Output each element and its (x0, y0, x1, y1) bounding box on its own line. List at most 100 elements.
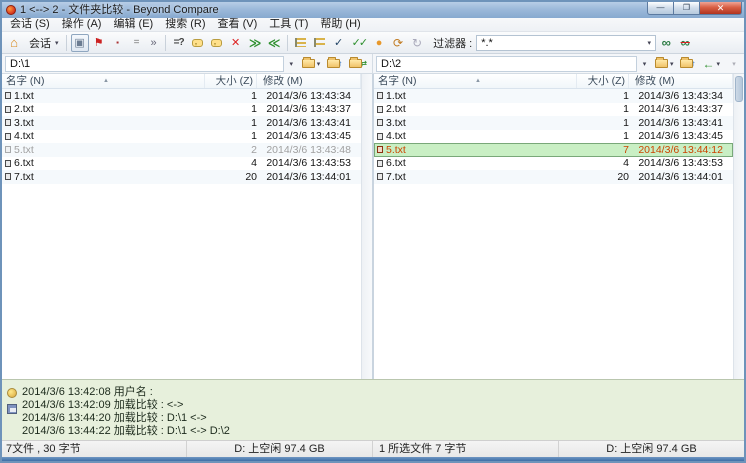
menu-item[interactable]: 帮助 (H) (314, 18, 366, 31)
file-size: 1 (205, 103, 257, 115)
home-button[interactable]: ⌂ (5, 34, 23, 52)
right-scrollbar[interactable] (733, 74, 744, 379)
filter-combobox[interactable]: *.* ▾ (476, 35, 656, 51)
equals-button[interactable]: = (128, 34, 146, 52)
file-size: 2 (205, 144, 257, 156)
right-path-input[interactable]: D:\2 (376, 56, 637, 72)
file-modified: 2014/3/6 13:43:37 (629, 103, 733, 115)
flag-button[interactable]: ⚑ (90, 34, 108, 52)
right-browse-folder-button[interactable]: ▾ (652, 55, 677, 73)
sync-button[interactable]: ● (370, 34, 388, 52)
table-row[interactable]: 7.txt 20 2014/3/6 13:44:01 (374, 170, 733, 184)
scrollbar-thumb[interactable] (735, 76, 743, 102)
left-browse-folder-button[interactable]: ▾ (299, 55, 324, 73)
log-line: 2014/3/6 13:42:09 加载比较 : <-> (22, 399, 744, 412)
log-line: 2014/3/6 13:44:20 加载比较 : D:\1 <-> (22, 412, 744, 425)
file-size: 1 (577, 130, 629, 142)
show-all-button[interactable]: ∞ (657, 34, 675, 52)
left-parent-folder-button[interactable]: ↑ (324, 55, 345, 73)
log-lines: 2014/3/6 13:42:08 用户名 :2014/3/6 13:42:09… (22, 380, 744, 440)
column-header-name[interactable]: 名字 (N) ▲ (374, 74, 577, 88)
left-swap-folders-button[interactable]: ⇄ (346, 55, 370, 73)
flag-icon: ⚑ (94, 36, 104, 49)
table-row[interactable]: 7.txt 20 2014/3/6 13:44:01 (2, 170, 361, 184)
file-name: 4.txt (386, 130, 406, 142)
right-forward-button[interactable]: ▾ (724, 55, 742, 73)
column-header-modified[interactable]: 修改 (M) (629, 74, 733, 88)
table-row[interactable]: 1.txt 1 2014/3/6 13:43:34 (2, 89, 361, 103)
menu-item[interactable]: 操作 (A) (56, 18, 108, 31)
table-row[interactable]: 5.txt 7 2014/3/6 13:44:12 (374, 143, 733, 157)
save-log-icon[interactable] (7, 404, 17, 414)
file-icon (5, 173, 11, 180)
column-header-size[interactable]: 大小 (Z) (205, 74, 257, 88)
comment-button[interactable] (208, 34, 226, 52)
toolbar-overflow-chevron[interactable]: » (151, 37, 157, 49)
minimize-button[interactable]: — (647, 2, 674, 15)
right-parent-folder-button[interactable]: ↑ (677, 55, 698, 73)
compare-contents-button[interactable]: ✓ (330, 34, 348, 52)
copy-to-right-button[interactable]: ≫ (246, 34, 264, 52)
chevron-down-icon[interactable]: ▾ (285, 56, 298, 72)
column-header-name[interactable]: 名字 (N) ▲ (2, 74, 205, 88)
chevron-down-icon: ▾ (55, 39, 59, 47)
menu-item[interactable]: 会话 (S) (4, 18, 56, 31)
left-scrollbar[interactable] (361, 74, 372, 379)
table-row[interactable]: 4.txt 1 2014/3/6 13:43:45 (2, 130, 361, 144)
delete-button[interactable]: ✕ (227, 34, 245, 52)
file-modified: 2014/3/6 13:43:41 (629, 117, 733, 129)
right-back-button[interactable]: ←▾ (699, 55, 723, 73)
right-file-list: 1.txt 1 2014/3/6 13:43:34 2.txt 1 2014/3… (374, 89, 733, 379)
compare-all-contents-button[interactable]: ✓✓ (349, 34, 369, 52)
status-section: 1 所选文件 7 字节 (373, 441, 559, 457)
window-frame-bottom (2, 457, 744, 461)
table-row[interactable]: 1.txt 1 2014/3/6 13:43:34 (374, 89, 733, 103)
copy-to-left-button[interactable]: ≪ (265, 34, 283, 52)
table-row[interactable]: 4.txt 1 2014/3/6 13:43:45 (374, 130, 733, 144)
hide-items-button[interactable]: ∞ (676, 34, 694, 52)
chevron-down-icon: ▾ (732, 60, 736, 68)
file-icon (5, 106, 11, 113)
column-header-size[interactable]: 大小 (Z) (577, 74, 629, 88)
minor-diff-button[interactable]: ▪ (109, 34, 127, 52)
sort-ascending-icon: ▲ (475, 74, 481, 88)
column-header-modified[interactable]: 修改 (M) (257, 74, 361, 88)
app-icon (6, 5, 16, 15)
rules-comparison-button[interactable]: =? (170, 34, 188, 52)
expand-all-button[interactable] (292, 34, 310, 52)
table-row[interactable]: 2.txt 1 2014/3/6 13:43:37 (374, 103, 733, 117)
refresh-button[interactable]: ↻ (408, 34, 426, 52)
swap-sides-button[interactable]: ⟳ (389, 34, 407, 52)
column-header-label: 名字 (N) (6, 75, 45, 87)
toolbar-separator (66, 35, 67, 51)
folder-icon (655, 59, 668, 68)
sessions-button[interactable]: 会话 ▾ (24, 34, 62, 52)
table-row[interactable]: 2.txt 1 2014/3/6 13:43:37 (2, 103, 361, 117)
speech-bubble-icon (192, 39, 203, 47)
left-path-input[interactable]: D:\1 (5, 56, 284, 72)
file-name: 6.txt (14, 157, 34, 169)
table-row[interactable]: 5.txt 2 2014/3/6 13:43:48 (2, 143, 361, 157)
title-bar[interactable]: 1 <--> 2 - 文件夹比较 - Beyond Compare — ❐ ✕ (2, 2, 744, 18)
menu-item[interactable]: 搜索 (R) (159, 18, 211, 31)
file-modified: 2014/3/6 13:43:53 (257, 157, 361, 169)
collapse-all-button[interactable] (311, 34, 329, 52)
glasses-icon: ∞ (662, 35, 671, 50)
table-row[interactable]: 6.txt 4 2014/3/6 13:43:53 (374, 157, 733, 171)
menu-item[interactable]: 工具 (T) (263, 18, 314, 31)
ignore-button[interactable] (189, 34, 207, 52)
table-row[interactable]: 3.txt 1 2014/3/6 13:43:41 (2, 116, 361, 130)
maximize-button[interactable]: ❐ (674, 2, 700, 15)
table-row[interactable]: 6.txt 4 2014/3/6 13:43:53 (2, 157, 361, 171)
menu-item[interactable]: 查看 (V) (212, 18, 264, 31)
toolbar-separator (287, 35, 288, 51)
chevron-down-icon[interactable]: ▾ (638, 56, 651, 72)
file-size: 1 (205, 130, 257, 142)
chevron-down-icon: ▾ (317, 60, 321, 68)
close-button[interactable]: ✕ (700, 2, 742, 15)
menu-item[interactable]: 编辑 (E) (107, 18, 159, 31)
table-row[interactable]: 3.txt 1 2014/3/6 13:43:41 (374, 116, 733, 130)
file-size: 1 (205, 117, 257, 129)
file-modified: 2014/3/6 13:43:34 (257, 90, 361, 102)
display-mode-button[interactable]: ▣ (71, 34, 89, 52)
